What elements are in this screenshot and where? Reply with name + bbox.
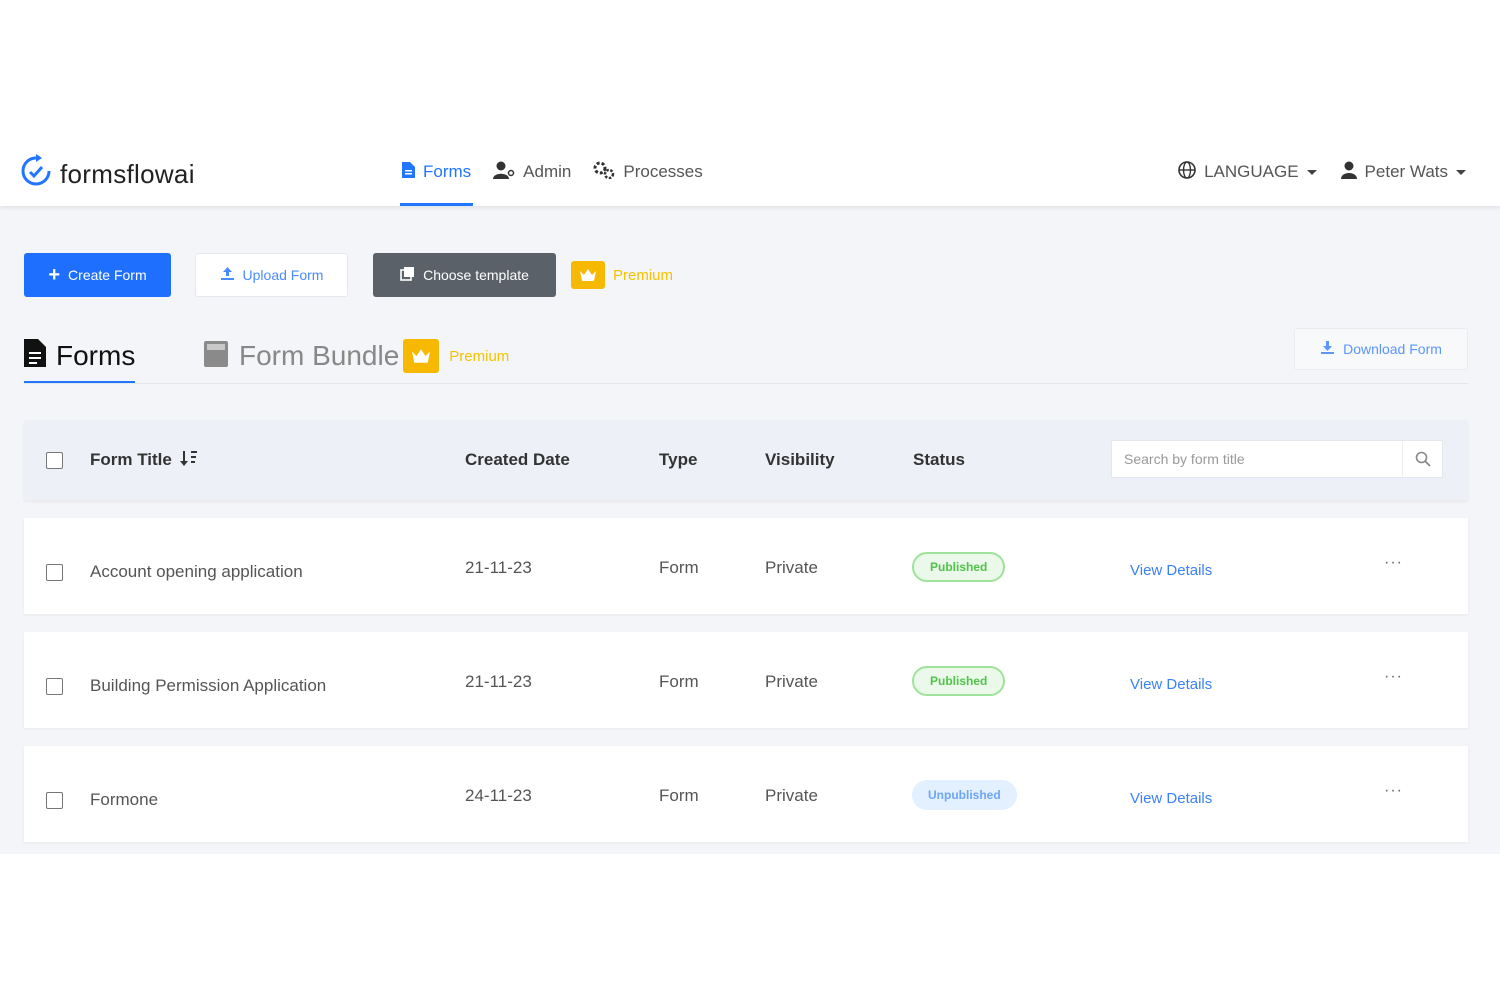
book-icon [203, 339, 229, 374]
row-form-title: Account opening application [90, 562, 303, 581]
create-form-button[interactable]: + Create Form [24, 253, 171, 297]
nav-processes[interactable]: Processes [591, 138, 704, 206]
column-form-title[interactable]: Form Title [90, 420, 198, 500]
download-form-label: Download Form [1343, 341, 1442, 357]
tab-bundle-label: Form Bundle [239, 340, 400, 371]
table-header: Form Title Created Date Type Visibility … [24, 420, 1468, 500]
row-visibility: Private [765, 786, 818, 805]
row-created-date: 24-11-23 [465, 786, 532, 805]
column-status: Status [913, 450, 965, 469]
view-details-link[interactable]: View Details [1130, 790, 1212, 807]
nav-forms[interactable]: Forms [400, 138, 474, 206]
chevron-down-icon [1306, 169, 1317, 175]
select-all-checkbox[interactable] [46, 452, 63, 469]
tab-forms[interactable]: Forms [24, 330, 136, 384]
table-row: Formone 24-11-23 Form Private Unpublishe… [24, 746, 1468, 842]
column-form-title-label: Form Title [90, 450, 172, 469]
main-nav: Forms Admin Processes [400, 138, 705, 206]
more-options-icon[interactable]: ··· [1384, 554, 1403, 572]
search-box [1111, 440, 1443, 478]
gears-icon [593, 161, 615, 184]
more-options-icon[interactable]: ··· [1384, 782, 1403, 800]
tabs-divider [24, 383, 1468, 384]
upload-form-label: Upload Form [242, 267, 324, 283]
column-type: Type [659, 450, 698, 469]
row-created-date: 21-11-23 [465, 672, 532, 691]
more-options-icon[interactable]: ··· [1384, 668, 1403, 686]
row-form-title: Formone [90, 790, 159, 809]
row-created-date: 21-11-23 [465, 558, 532, 577]
sort-icon[interactable] [179, 450, 198, 471]
row-visibility: Private [765, 672, 818, 691]
user-name: Peter Wats [1364, 162, 1448, 181]
logo-text: formsflowai [60, 159, 195, 189]
status-badge: Published [912, 666, 1006, 696]
choose-template-label: Choose template [423, 267, 529, 283]
create-form-label: Create Form [68, 267, 147, 283]
download-icon [1320, 340, 1335, 358]
upload-form-button[interactable]: Upload Form [195, 253, 348, 297]
premium-badge[interactable]: Premium [571, 261, 673, 289]
row-type: Form [659, 558, 699, 577]
globe-icon [1178, 160, 1196, 184]
view-details-link[interactable]: View Details [1130, 676, 1212, 693]
row-checkbox[interactable] [46, 678, 63, 695]
row-visibility: Private [765, 558, 818, 577]
nav-admin[interactable]: Admin [491, 138, 573, 206]
language-label: LANGUAGE [1204, 162, 1299, 181]
plus-icon: + [48, 264, 61, 286]
table-row: Building Permission Application 21-11-23… [24, 632, 1468, 728]
table-row: Account opening application 21-11-23 For… [24, 518, 1468, 614]
bundle-premium-label: Premium [449, 347, 510, 365]
document-icon [402, 161, 415, 183]
premium-label: Premium [613, 266, 674, 284]
view-details-link[interactable]: View Details [1130, 562, 1212, 579]
user-icon [1340, 161, 1357, 184]
copy-icon [400, 266, 415, 284]
app-frame: formsflowai Forms Admin Processes LANGUA… [0, 138, 1500, 854]
column-visibility: Visibility [765, 450, 835, 469]
search-icon[interactable] [1402, 441, 1442, 477]
row-type: Form [659, 672, 699, 691]
logo-sync-icon [20, 154, 52, 195]
row-checkbox[interactable] [46, 792, 63, 809]
nav-processes-label: Processes [623, 162, 703, 181]
logo[interactable]: formsflowai [20, 154, 195, 195]
language-dropdown[interactable]: LANGUAGE [1178, 160, 1317, 184]
document-icon [24, 338, 46, 374]
status-badge: Published [912, 552, 1006, 582]
user-gear-icon [493, 161, 515, 184]
choose-template-button[interactable]: Choose template [373, 253, 556, 297]
download-form-button[interactable]: Download Form [1294, 328, 1468, 370]
top-header: formsflowai Forms Admin Processes LANGUA… [0, 138, 1500, 206]
header-right: LANGUAGE Peter Wats [1178, 138, 1466, 206]
upload-icon [220, 266, 235, 284]
nav-admin-label: Admin [523, 162, 572, 181]
row-checkbox[interactable] [46, 564, 63, 581]
row-type: Form [659, 786, 699, 805]
crown-icon [403, 339, 440, 373]
crown-icon [571, 261, 605, 289]
nav-forms-label: Forms [423, 162, 472, 181]
tab-form-bundle[interactable]: Form Bundle Premium [203, 330, 509, 382]
tab-forms-label: Forms [56, 340, 136, 371]
row-form-title: Building Permission Application [90, 676, 327, 695]
chevron-down-icon [1456, 169, 1466, 175]
column-created-date: Created Date [465, 450, 570, 469]
search-input[interactable] [1112, 441, 1404, 477]
user-menu[interactable]: Peter Wats [1340, 161, 1466, 184]
status-badge: Unpublished [912, 780, 1017, 810]
